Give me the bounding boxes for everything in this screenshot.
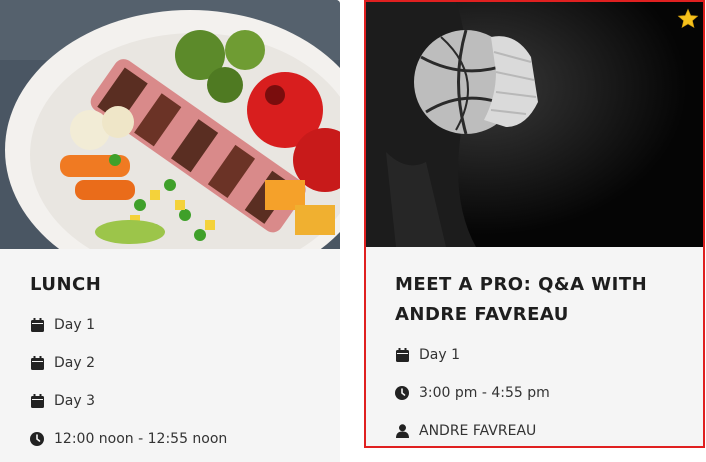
session-speaker: ANDRE FAVREAU [395,423,536,439]
session-time-label: 12:00 noon - 12:55 noon [54,431,228,447]
session-day: Day 1 [395,347,460,363]
favorite-star-icon[interactable] [677,8,699,30]
session-day-label: Day 1 [419,347,461,363]
calendar-icon [395,347,409,363]
session-day: Day 3 [30,393,95,409]
session-day: Day 2 [30,355,95,371]
session-title[interactable]: LUNCH [30,270,320,300]
session-title[interactable]: MEET A PRO: Q&A WITH ANDRE FAVREAU [395,270,685,330]
calendar-icon [30,317,44,333]
session-speaker-label[interactable]: ANDRE FAVREAU [419,423,536,439]
clock-icon [395,385,409,401]
session-image-food [0,0,340,249]
session-image-basketball [366,2,703,247]
clock-icon [30,431,44,447]
session-day-label: Day 2 [54,355,96,371]
session-time: 12:00 noon - 12:55 noon [30,431,227,447]
calendar-icon [30,355,44,371]
user-icon [395,423,409,439]
calendar-icon [30,393,44,409]
session-time-label: 3:00 pm - 4:55 pm [419,385,550,401]
session-card-lunch[interactable]: LUNCH Day 1 Day 2 Day 3 12:00 noon - 12:… [0,0,340,462]
session-day-label: Day 1 [54,317,96,333]
session-card-meet-a-pro[interactable]: MEET A PRO: Q&A WITH ANDRE FAVREAU Day 1… [364,0,705,448]
session-day-label: Day 3 [54,393,96,409]
session-day: Day 1 [30,317,95,333]
session-time: 3:00 pm - 4:55 pm [395,385,550,401]
